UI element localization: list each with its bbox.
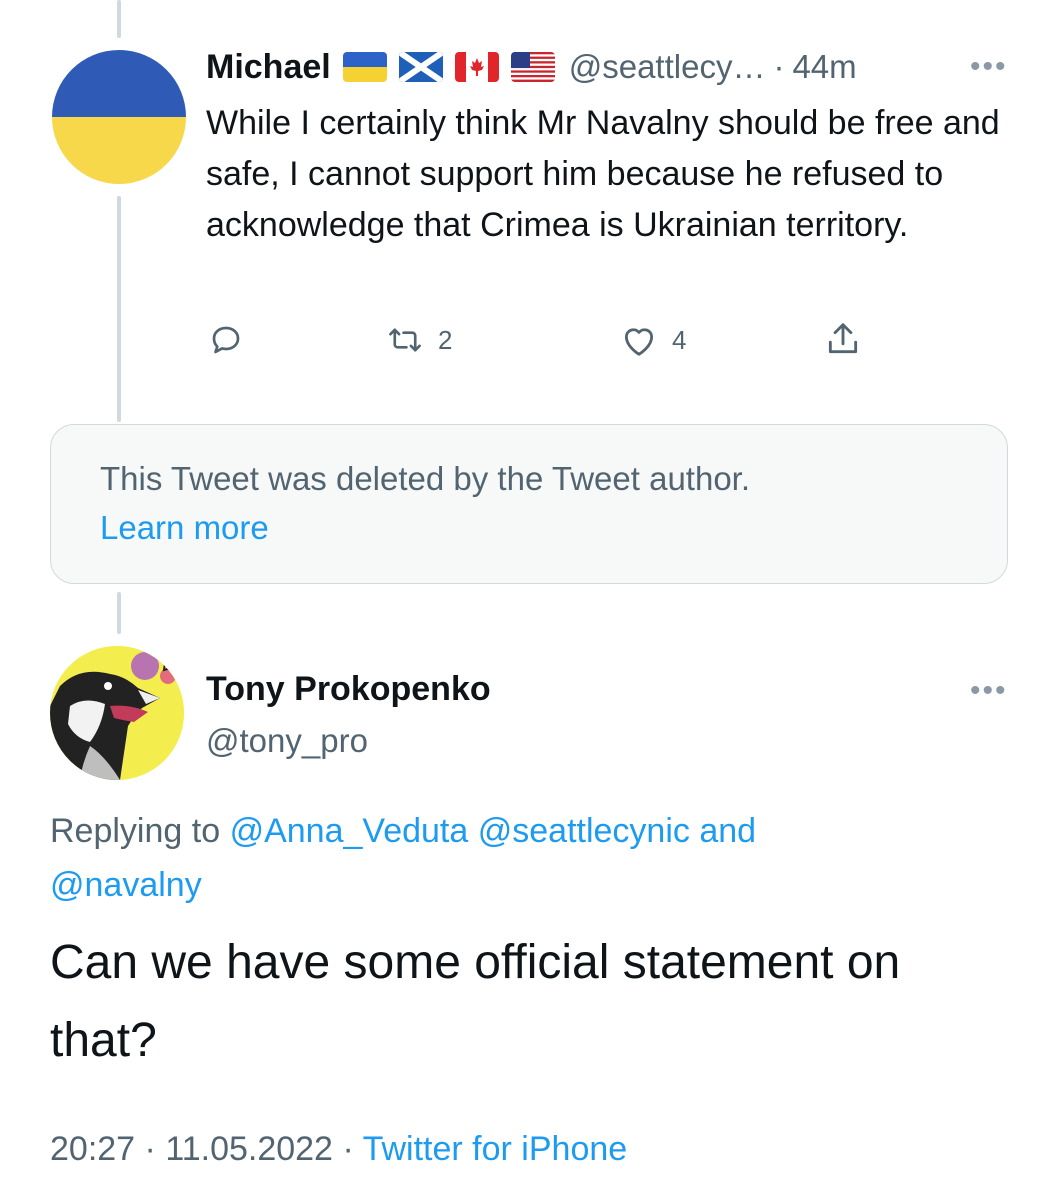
meta-separator-1: · [144,1130,156,1168]
author-handle[interactable]: @seattlecy… [569,48,766,86]
avatar-michael[interactable] [52,50,186,184]
replying-prefix: Replying to [50,812,221,850]
share-icon [828,323,858,354]
reply-more-options-button[interactable]: ••• [970,676,1008,706]
like-button[interactable]: 4 [620,322,686,358]
reply-tweet-text: Can we have some official statement on t… [50,936,901,1067]
heart-icon [624,328,654,356]
deleted-tweet-text: This Tweet was deleted by the Tweet auth… [100,460,751,497]
handle-time-separator: · [773,48,785,85]
retweet-button[interactable]: 2 [386,322,452,358]
mention-anna-veduta[interactable]: @Anna_Veduta [230,812,469,850]
reply-icon [212,326,240,354]
mention-navalny[interactable]: @navalny [50,866,202,904]
flag-canada-icon [454,52,499,82]
retweet-count: 2 [438,324,453,355]
tweet-time[interactable]: 44m [792,48,856,86]
like-count: 4 [672,324,687,355]
more-options-button[interactable]: ••• [970,52,1008,82]
tweet-time-stamp[interactable]: 20:27 [50,1130,135,1168]
reply-author-handle[interactable]: @tony_pro [206,722,368,760]
avatar-tony[interactable] [50,646,184,780]
thread-line-bottom [117,592,121,634]
flag-usa-icon [510,52,555,82]
tweet-meta: 20:27 · 11.05.2022 · Twitter for iPhone [50,1130,627,1169]
learn-more-link[interactable]: Learn more [100,509,269,547]
flag-scotland-icon [398,52,443,82]
share-button[interactable] [824,320,862,358]
flag-ukraine-icon [342,52,387,82]
reply-author-name[interactable]: Tony Prokopenko [206,670,491,709]
thread-line-top [117,0,121,38]
deleted-tweet-notice: This Tweet was deleted by the Tweet auth… [50,424,1008,584]
tweet-text: While I certainly think Mr Navalny shoul… [206,104,1000,244]
retweet-icon [389,328,421,352]
tweet-date[interactable]: 11.05.2022 [165,1130,333,1168]
replying-to-line: Replying to @Anna_Veduta @seattlecynic a… [50,804,950,912]
replying-and[interactable]: and [699,812,756,850]
thread-line-middle [117,196,121,422]
meta-separator-2: · [342,1130,354,1168]
author-name[interactable]: Michael [206,48,331,87]
tweet-source[interactable]: Twitter for iPhone [363,1130,628,1168]
reply-button[interactable] [208,322,244,358]
tweet-header: Michael @seattlecy… · 44m [206,44,857,90]
mention-seattlecynic[interactable]: @seattlecynic [478,812,690,850]
